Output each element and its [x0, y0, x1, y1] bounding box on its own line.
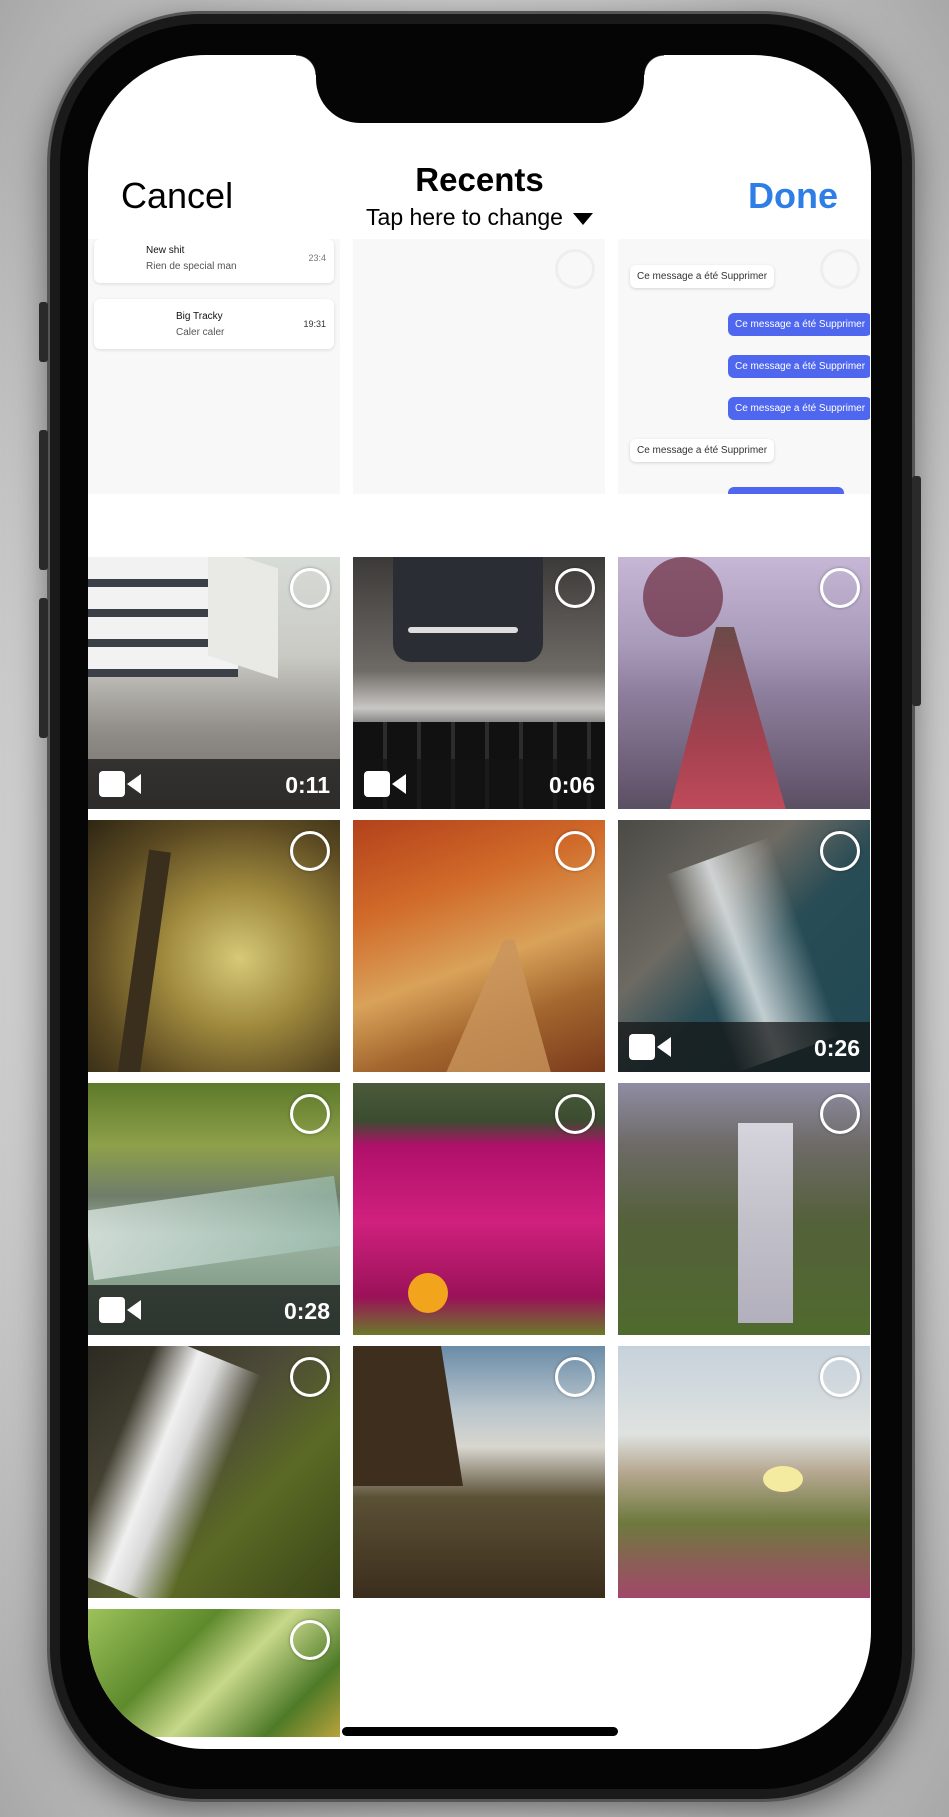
- photo-tile[interactable]: [353, 820, 605, 1072]
- photo-tile[interactable]: [88, 1609, 340, 1737]
- select-circle-icon[interactable]: [555, 568, 595, 608]
- chat-bubble-out: [728, 487, 844, 494]
- chat-list-item: New shit Rien de special man 23:4: [94, 239, 334, 283]
- photo-picker-screen: Cancel Recents Tap here to change Done N…: [88, 55, 871, 1749]
- select-circle-icon[interactable]: [820, 1357, 860, 1397]
- photo-tile[interactable]: [88, 1346, 340, 1598]
- tree-shape: [643, 557, 723, 637]
- chat-bubble-in: Ce message a été Supprimer: [630, 439, 775, 462]
- phone-screen-shape: [393, 557, 543, 662]
- select-circle-icon[interactable]: [290, 1357, 330, 1397]
- select-circle-icon[interactable]: [290, 568, 330, 608]
- chat-name: New shit: [146, 245, 185, 256]
- volume-down-button: [39, 598, 48, 738]
- silent-switch: [39, 302, 48, 362]
- chat-bubble-out: Ce message a été Supprimer: [728, 313, 870, 336]
- power-button: [912, 476, 921, 706]
- video-duration: 0:28: [283, 1298, 330, 1324]
- photo-tile[interactable]: Ce message a été Supprimer Ce message a …: [618, 239, 870, 494]
- cliff-shape: [353, 1346, 463, 1486]
- photo-tile[interactable]: [353, 1346, 605, 1598]
- chat-bubble-out: Ce message a été Supprimer: [728, 397, 870, 420]
- video-duration: 0:06: [548, 772, 595, 798]
- photo-tile[interactable]: [618, 1346, 870, 1598]
- video-tile[interactable]: 0:06: [353, 557, 605, 809]
- select-circle-icon[interactable]: [555, 1357, 595, 1397]
- video-camera-icon: [629, 1034, 671, 1060]
- home-indicator[interactable]: [342, 1727, 618, 1736]
- chat-time: 19:31: [303, 319, 326, 329]
- video-duration: 0:26: [813, 1035, 860, 1061]
- photo-tile[interactable]: [618, 557, 870, 809]
- select-circle-icon[interactable]: [820, 831, 860, 871]
- video-tile[interactable]: 0:28: [88, 1083, 340, 1335]
- change-album-label: Tap here to change: [366, 204, 563, 230]
- stream-shape: [88, 1175, 340, 1281]
- select-circle-icon[interactable]: [290, 831, 330, 871]
- video-camera-icon: [99, 1297, 141, 1323]
- chat-bubble-out: Ce message a été Supprimer: [728, 355, 870, 378]
- photo-tile[interactable]: [618, 1083, 870, 1335]
- chat-preview: Rien de special man: [146, 261, 237, 272]
- chat-name: Big Tracky: [176, 311, 223, 322]
- video-tile[interactable]: 0:26: [618, 820, 870, 1072]
- video-info-bar: 0:06: [353, 759, 605, 809]
- waterfall-shape: [88, 1346, 262, 1598]
- photo-tile[interactable]: New shit Rien de special man 23:4 Big Tr…: [88, 239, 340, 494]
- video-tile[interactable]: 0:11: [88, 557, 340, 809]
- video-camera-icon: [99, 771, 141, 797]
- photo-tile[interactable]: [353, 239, 605, 494]
- tree-trunk-shape: [117, 849, 171, 1072]
- select-circle-icon[interactable]: [820, 568, 860, 608]
- select-circle-icon[interactable]: [820, 249, 860, 289]
- select-circle-icon[interactable]: [290, 1620, 330, 1660]
- done-button[interactable]: Done: [748, 175, 838, 217]
- select-circle-icon[interactable]: [555, 1094, 595, 1134]
- notch: [296, 55, 664, 123]
- phone-slider-shape: [408, 627, 518, 633]
- waterfall-shape: [738, 1123, 793, 1323]
- video-info-bar: 0:26: [618, 1022, 870, 1072]
- video-camera-icon: [364, 771, 406, 797]
- photo-tile[interactable]: [353, 1083, 605, 1335]
- select-circle-icon[interactable]: [555, 831, 595, 871]
- pier-shape: [668, 627, 788, 809]
- chat-time: 23:4: [308, 253, 326, 263]
- select-circle-icon[interactable]: [290, 1094, 330, 1134]
- chat-preview: Caler caler: [176, 327, 225, 338]
- dropdown-caret-icon: [572, 212, 593, 225]
- video-info-bar: 0:11: [88, 759, 340, 809]
- yellow-flower-shape: [408, 1273, 448, 1313]
- volume-up-button: [39, 430, 48, 570]
- road-shape: [443, 940, 553, 1072]
- chat-list-item: Big Tracky Caler caler 19:31: [94, 299, 334, 349]
- chat-bubble-in: Ce message a été Supprimer: [630, 265, 775, 288]
- video-info-bar: 0:28: [88, 1285, 340, 1335]
- daisy-shape: [763, 1466, 803, 1492]
- select-circle-icon[interactable]: [820, 1094, 860, 1134]
- video-duration: 0:11: [285, 772, 330, 798]
- photo-tile[interactable]: [88, 820, 340, 1072]
- select-circle-icon[interactable]: [555, 249, 595, 289]
